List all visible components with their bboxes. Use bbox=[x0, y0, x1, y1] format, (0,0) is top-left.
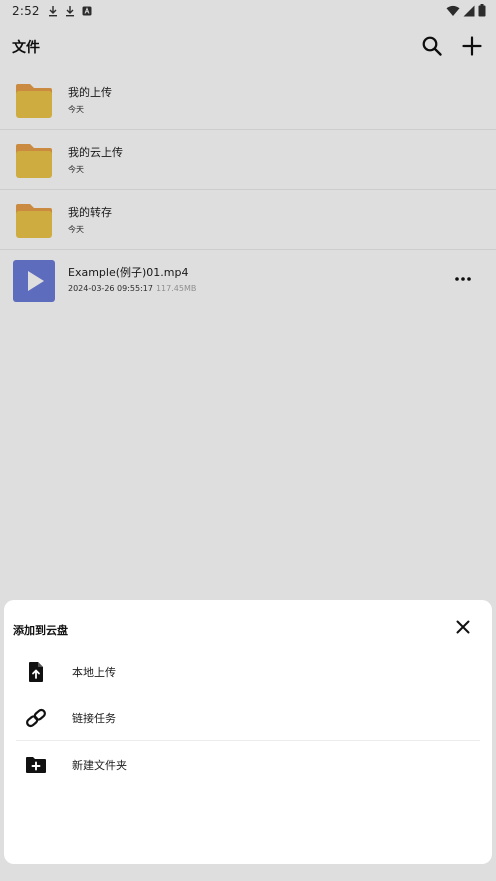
link-icon bbox=[26, 708, 46, 728]
file-upload-icon bbox=[29, 662, 43, 682]
option-label: 新建文件夹 bbox=[72, 759, 127, 772]
option-label: 本地上传 bbox=[72, 666, 116, 679]
folder-add-icon bbox=[26, 757, 46, 773]
close-icon[interactable] bbox=[454, 618, 472, 636]
screen: 2:52 文件 我的上传 今天 我的云上传 今天 我的转存 今天 Example… bbox=[0, 0, 496, 881]
new-folder-option[interactable]: 新建文件夹 bbox=[4, 741, 492, 787]
option-label: 链接任务 bbox=[72, 712, 116, 725]
local-upload-option[interactable]: 本地上传 bbox=[4, 648, 492, 694]
sheet-title: 添加到云盘 bbox=[13, 624, 68, 637]
add-to-cloud-sheet: 添加到云盘 本地上传 链接任务 新建文件夹 bbox=[4, 600, 492, 864]
link-task-option[interactable]: 链接任务 bbox=[4, 694, 492, 740]
